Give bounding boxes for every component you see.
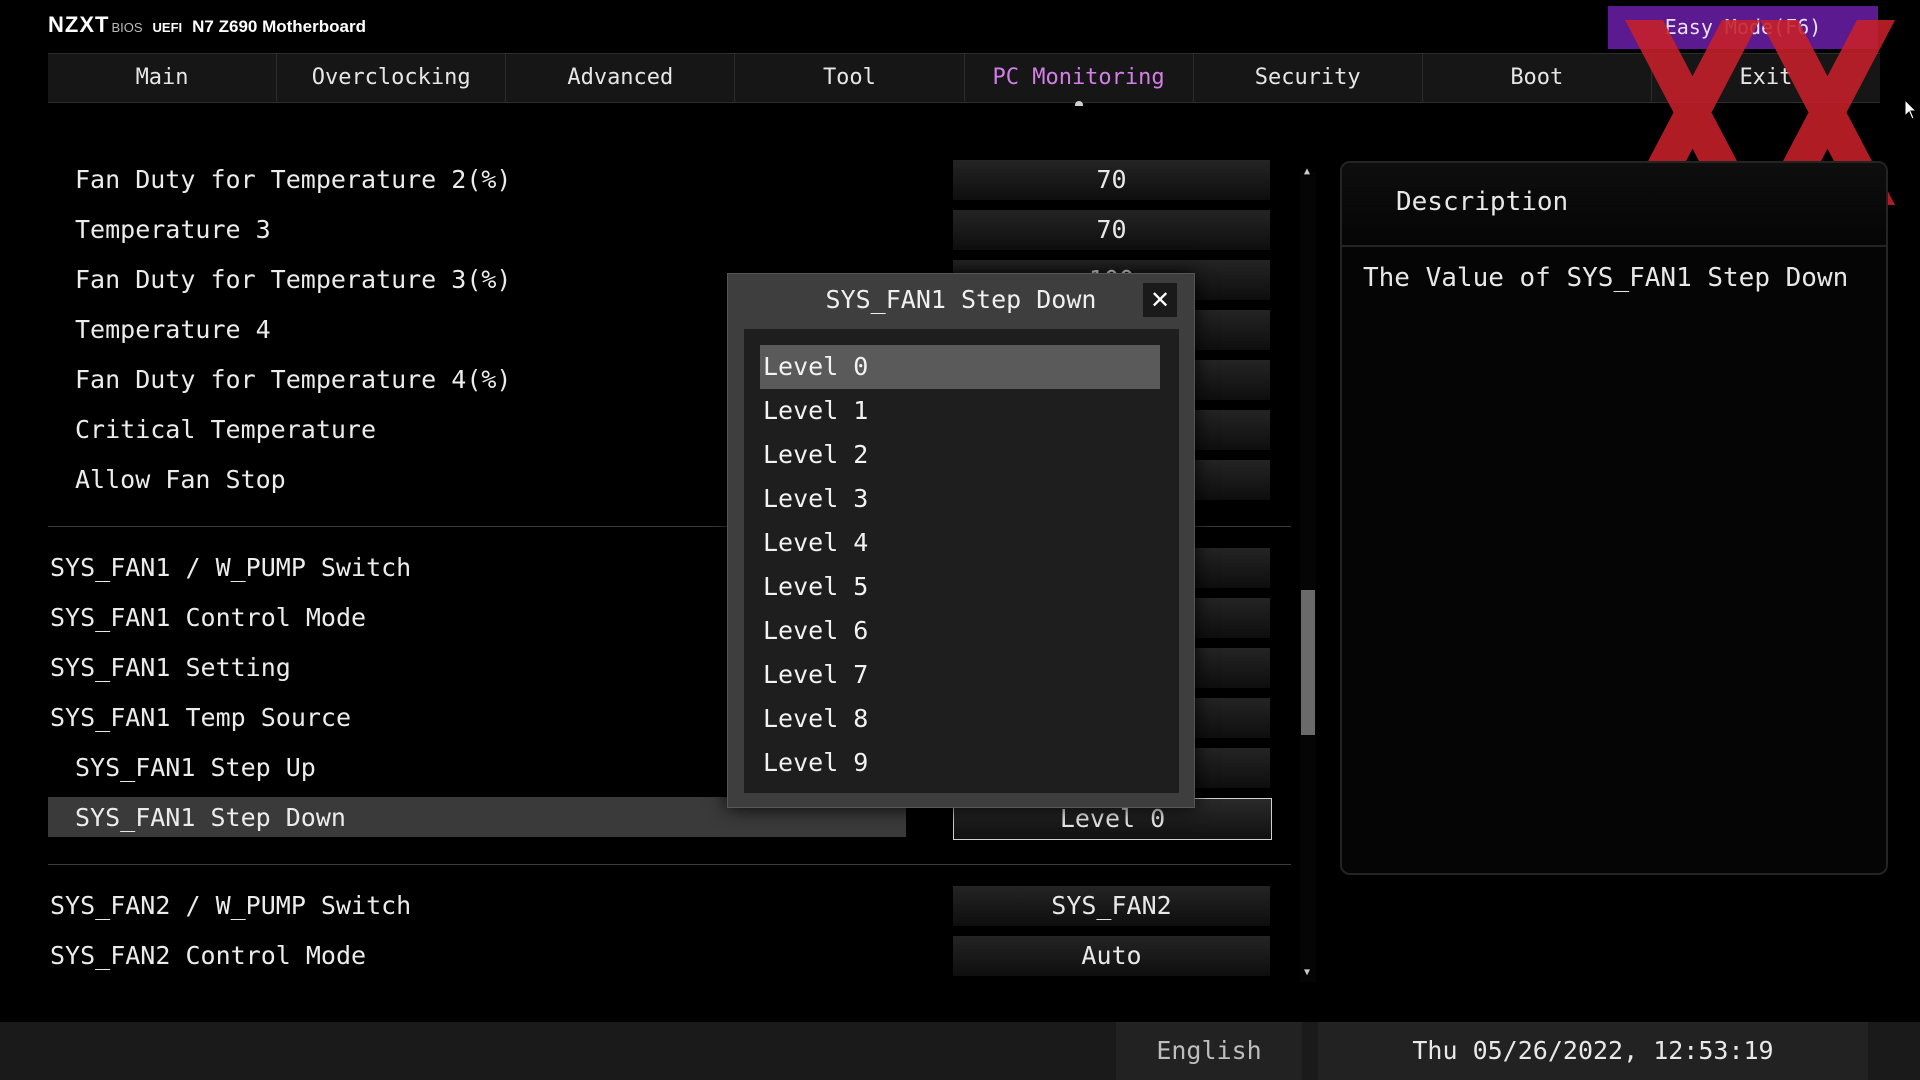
status-bar: English Thu 05/26/2022, 12:53:19 bbox=[0, 1022, 1920, 1080]
description-title: Description bbox=[1396, 187, 1569, 217]
tab-boot[interactable]: Boot bbox=[1423, 54, 1652, 102]
description-header: Description bbox=[1342, 163, 1886, 247]
mouse-cursor-icon bbox=[1905, 100, 1917, 120]
option-level-5[interactable]: Level 5 bbox=[760, 565, 1160, 609]
setting-row[interactable]: SYS_FAN2 / W_PUMP Switch SYS_FAN2 bbox=[48, 886, 1293, 926]
section-divider bbox=[48, 864, 1291, 865]
setting-label: SYS_FAN1 / W_PUMP Switch bbox=[50, 553, 412, 582]
description-panel: Description The Value of SYS_FAN1 Step D… bbox=[1340, 161, 1888, 875]
option-level-1[interactable]: Level 1 bbox=[760, 389, 1160, 433]
setting-label: Fan Duty for Temperature 3(%) bbox=[75, 265, 512, 294]
tab-main[interactable]: Main bbox=[48, 54, 278, 102]
scrollbar-track[interactable] bbox=[1300, 172, 1316, 982]
scroll-down-icon[interactable]: ▼ bbox=[1304, 967, 1310, 978]
tab-overclocking[interactable]: Overclocking bbox=[277, 54, 507, 102]
option-level-6[interactable]: Level 6 bbox=[760, 609, 1160, 653]
setting-label: Temperature 3 bbox=[75, 215, 271, 244]
close-icon[interactable]: ✕ bbox=[1143, 283, 1177, 317]
option-level-2[interactable]: Level 2 bbox=[760, 433, 1160, 477]
bios-label: BIOS bbox=[111, 20, 143, 35]
option-list: Level 0 Level 1 Level 2 Level 3 Level 4 … bbox=[744, 329, 1179, 793]
setting-row[interactable]: SYS_FAN2 Control Mode Auto bbox=[48, 936, 1293, 976]
main-tabs: Main Overclocking Advanced Tool PC Monit… bbox=[48, 53, 1880, 106]
option-level-3[interactable]: Level 3 bbox=[760, 477, 1160, 521]
setting-label: Allow Fan Stop bbox=[75, 465, 286, 494]
setting-label: Temperature 4 bbox=[75, 315, 271, 344]
datetime-display: Thu 05/26/2022, 12:53:19 bbox=[1318, 1022, 1868, 1080]
brand-logo: NZXT bbox=[48, 12, 110, 37]
setting-value[interactable]: 70 bbox=[953, 210, 1270, 250]
setting-label: SYS_FAN1 Temp Source bbox=[50, 703, 352, 732]
setting-label: SYS_FAN1 Step Down bbox=[75, 803, 346, 832]
setting-label: Fan Duty for Temperature 4(%) bbox=[75, 365, 512, 394]
setting-label: Critical Temperature bbox=[75, 415, 377, 444]
scrollbar-thumb[interactable] bbox=[1301, 590, 1315, 735]
step-down-dialog: SYS_FAN1 Step Down ✕ Level 0 Level 1 Lev… bbox=[727, 273, 1195, 808]
option-level-9[interactable]: Level 9 bbox=[760, 741, 1160, 785]
bios-brand: NZXT BIOS UEFI N7 Z690 Motherboard bbox=[48, 12, 366, 42]
board-name: N7 Z690 Motherboard bbox=[192, 17, 366, 36]
setting-label: SYS_FAN1 Step Up bbox=[75, 753, 316, 782]
setting-value[interactable]: 70 bbox=[953, 160, 1270, 200]
tab-security[interactable]: Security bbox=[1194, 54, 1423, 102]
setting-label: Fan Duty for Temperature 2(%) bbox=[75, 165, 512, 194]
option-level-0[interactable]: Level 0 bbox=[760, 345, 1160, 389]
tab-advanced[interactable]: Advanced bbox=[506, 54, 736, 102]
setting-label: SYS_FAN2 Control Mode bbox=[50, 941, 367, 970]
option-level-4[interactable]: Level 4 bbox=[760, 521, 1160, 565]
tab-pc-monitoring[interactable]: PC Monitoring bbox=[965, 54, 1194, 106]
setting-label: SYS_FAN2 / W_PUMP Switch bbox=[50, 891, 412, 920]
dialog-title: SYS_FAN1 Step Down bbox=[825, 285, 1097, 314]
setting-row[interactable]: Fan Duty for Temperature 2(%) 70 bbox=[48, 160, 1293, 200]
setting-row[interactable]: Temperature 3 70 bbox=[48, 210, 1293, 250]
option-level-7[interactable]: Level 7 bbox=[760, 653, 1160, 697]
language-selector[interactable]: English bbox=[1116, 1022, 1302, 1080]
scroll-up-icon[interactable]: ▲ bbox=[1304, 166, 1310, 177]
option-level-8[interactable]: Level 8 bbox=[760, 697, 1160, 741]
setting-label: SYS_FAN1 Setting bbox=[50, 653, 291, 682]
uefi-label: UEFI bbox=[152, 20, 183, 35]
setting-label: SYS_FAN1 Control Mode bbox=[50, 603, 367, 632]
setting-value[interactable]: SYS_FAN2 bbox=[953, 886, 1270, 926]
description-text: The Value of SYS_FAN1 Step Down bbox=[1363, 263, 1849, 293]
settings-scrollbar[interactable]: ▲ ▼ bbox=[1300, 166, 1316, 982]
tab-tool[interactable]: Tool bbox=[735, 54, 965, 102]
setting-value[interactable]: Auto bbox=[953, 936, 1270, 976]
